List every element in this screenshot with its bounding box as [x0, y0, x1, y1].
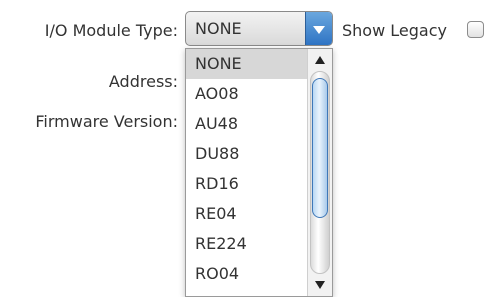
- option-item[interactable]: RE04: [186, 199, 307, 229]
- scroll-up-button[interactable]: [308, 49, 332, 71]
- scroll-track[interactable]: [310, 71, 330, 274]
- io-module-type-label: I/O Module Type:: [44, 21, 178, 40]
- io-module-type-options-popup: NONE AO08 AU48 DU88 RD16 RE04 RE224 RO04: [185, 48, 333, 297]
- show-legacy-checkbox[interactable]: [467, 21, 484, 38]
- option-item[interactable]: DU88: [186, 139, 307, 169]
- show-legacy-label: Show Legacy: [342, 21, 447, 40]
- chevron-down-icon: [313, 25, 325, 34]
- scroll-down-button[interactable]: [308, 274, 332, 296]
- option-item[interactable]: RD16: [186, 169, 307, 199]
- options-list: NONE AO08 AU48 DU88 RD16 RE04 RE224 RO04: [186, 49, 307, 296]
- scroll-thumb[interactable]: [312, 78, 328, 218]
- arrow-down-icon: [315, 281, 325, 289]
- option-item[interactable]: NONE: [186, 49, 307, 79]
- io-module-type-selected-value: NONE: [195, 19, 242, 38]
- arrow-up-icon: [315, 56, 325, 64]
- option-item[interactable]: AU48: [186, 109, 307, 139]
- io-module-type-dropdown[interactable]: NONE: [185, 11, 333, 46]
- options-scrollbar[interactable]: [307, 49, 332, 296]
- option-item[interactable]: RO04: [186, 259, 307, 289]
- option-item[interactable]: AO08: [186, 79, 307, 109]
- firmware-version-label: Firmware Version:: [35, 112, 178, 131]
- option-item[interactable]: RE224: [186, 229, 307, 259]
- address-label: Address:: [108, 72, 178, 91]
- dropdown-arrow-button[interactable]: [305, 12, 332, 45]
